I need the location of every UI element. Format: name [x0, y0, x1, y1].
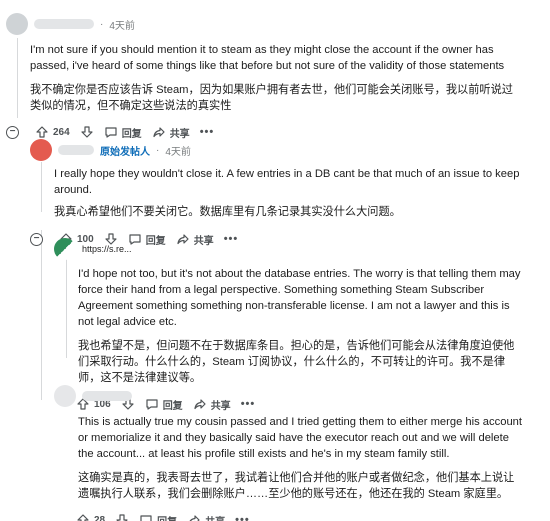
comment-text-zh: 这确实是真的，我表哥去世了，我试着让他们合并他的账户或者做纪念，他们基本上说让遗…	[78, 472, 515, 500]
share-icon	[187, 513, 201, 521]
op-badge: 原始发帖人	[100, 146, 150, 158]
share-button[interactable]: 共享	[187, 513, 225, 521]
upvote-icon	[35, 125, 49, 139]
comment-header: 原始发帖人 · 4天前	[30, 139, 545, 161]
more-icon[interactable]: •••	[200, 126, 215, 138]
reply-label: 回复	[157, 513, 177, 521]
share-label: 共享	[169, 128, 190, 140]
more-icon[interactable]: •••	[235, 514, 250, 521]
downvote-button[interactable]	[115, 513, 129, 521]
comment-text-zh: 我也希望不是，但问题不在于数据库条目。担心的是，告诉他们可能会从法律角度迫使他们…	[78, 340, 515, 384]
reply-icon	[104, 125, 118, 139]
comment-2: 原始发帖人 · 4天前 I really hope they wouldn't …	[30, 139, 545, 249]
upvote-button[interactable]: 28	[76, 513, 105, 521]
comment-text-en: This is actually true my cousin passed a…	[78, 416, 522, 460]
collapse-icon[interactable]: −	[30, 232, 43, 246]
downvote-icon	[80, 125, 94, 139]
comment-header	[54, 385, 546, 407]
avatar[interactable]	[54, 385, 76, 407]
username[interactable]	[34, 19, 94, 29]
comment-actions: − 264 回复 共享 •••	[6, 122, 546, 142]
comment-text-en: I really hope they wouldn't close it. A …	[54, 168, 520, 196]
comment-text-en: I'm not sure if you should mention it to…	[30, 44, 505, 72]
timestamp: 4天前	[165, 146, 191, 158]
comment-text-zh: 我真心希望他们不要关闭它。数据库里有几条记录其实没什么大问题。	[54, 206, 401, 218]
timestamp: 4天前	[109, 20, 135, 32]
comment-text-en: I'd hope not too, but it's not about the…	[78, 268, 521, 328]
downvote-button[interactable]	[80, 125, 94, 139]
comment-header: · 4天前	[6, 13, 546, 35]
avatar[interactable]	[54, 238, 76, 260]
link-preview[interactable]: https://s.re...	[54, 238, 546, 260]
comment-text-zh: 我不确定你是否应该告诉 Steam，因为如果账户拥有者去世，他们可能会关闭账号，…	[30, 84, 513, 112]
upvote-icon	[76, 513, 90, 521]
comment-actions: 28 回复 共享 •••	[54, 510, 546, 521]
username[interactable]	[82, 391, 132, 401]
comment-1: · 4天前 I'm not sure if you should mention…	[6, 13, 546, 142]
share-icon	[152, 125, 166, 139]
vote-count: 28	[94, 514, 106, 521]
collapse-icon[interactable]: −	[6, 125, 19, 139]
share-button[interactable]: 共享	[152, 125, 190, 140]
upvote-button[interactable]: 264	[35, 125, 70, 139]
avatar[interactable]	[6, 13, 28, 35]
thread-line	[41, 230, 42, 400]
share-label: 共享	[205, 513, 225, 521]
reply-icon	[139, 513, 153, 521]
vote-count: 264	[53, 126, 70, 138]
downvote-icon	[115, 513, 129, 521]
avatar[interactable]	[30, 139, 52, 161]
reply-label: 回复	[121, 128, 142, 140]
comment-4: This is actually true my cousin passed a…	[54, 385, 546, 521]
reply-button[interactable]: 回复	[139, 513, 177, 521]
link-url[interactable]: https://s.re...	[82, 244, 132, 254]
username[interactable]	[58, 145, 94, 155]
reply-button[interactable]: 回复	[104, 125, 142, 140]
